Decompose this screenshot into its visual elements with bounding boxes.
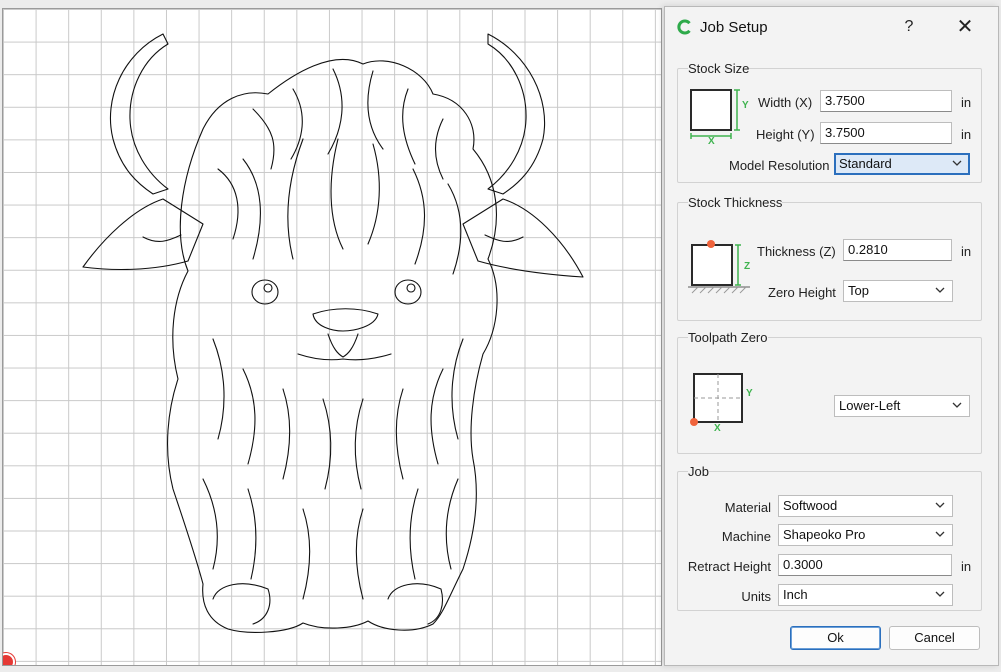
zero-height-select[interactable]: Top — [843, 280, 953, 302]
height-unit: in — [961, 127, 972, 142]
dialog-title: Job Setup — [700, 19, 768, 36]
chevron-down-icon — [952, 160, 962, 166]
stock-size-diagram — [690, 89, 740, 139]
units-select[interactable]: Inch — [778, 584, 953, 606]
close-button[interactable]: ✕ — [951, 15, 979, 39]
toolpath-zero-title: Toolpath Zero — [688, 330, 768, 345]
thickness-unit: in — [961, 244, 972, 259]
model-resolution-value: Standard — [839, 156, 892, 171]
zero-height-label: Zero Height — [768, 285, 836, 300]
chevron-down-icon — [935, 591, 945, 597]
toolpath-zero-diagram — [690, 373, 743, 426]
toolpath-zero-group: Toolpath Zero Y X Lower-Left — [677, 330, 982, 454]
width-unit: in — [961, 95, 972, 110]
toolpath-diagram-y-label: Y — [746, 388, 753, 399]
toolpath-diagram-x-label: X — [714, 423, 721, 434]
chevron-down-icon — [935, 287, 945, 293]
material-label: Material — [724, 500, 771, 515]
dialog-titlebar[interactable]: Job Setup ? ✕ — [665, 7, 998, 47]
machine-value: Shapeoko Pro — [783, 527, 866, 542]
cancel-button[interactable]: Cancel — [889, 626, 980, 650]
chevron-down-icon — [935, 531, 945, 537]
width-input[interactable]: 3.7500 — [820, 90, 952, 112]
stock-size-title: Stock Size — [688, 61, 750, 76]
stock-thickness-diagram — [688, 240, 750, 294]
design-canvas[interactable] — [2, 8, 662, 666]
machine-select[interactable]: Shapeoko Pro — [778, 524, 953, 546]
job-group: Job Material Softwood Machine Shapeoko P… — [677, 464, 982, 611]
toolpath-zero-select[interactable]: Lower-Left — [834, 395, 970, 417]
units-label: Units — [741, 589, 771, 604]
stock-thickness-title: Stock Thickness — [688, 195, 783, 210]
retract-height-label: Retract Height — [687, 559, 771, 574]
model-resolution-label: Model Resolution — [729, 158, 830, 173]
material-value: Softwood — [783, 498, 838, 513]
height-input[interactable]: 3.7500 — [820, 122, 952, 144]
help-button[interactable]: ? — [897, 15, 921, 39]
chevron-down-icon — [935, 502, 945, 508]
material-select[interactable]: Softwood — [778, 495, 953, 517]
toolpath-zero-value: Lower-Left — [839, 398, 901, 413]
diagram-z-label: Z — [744, 261, 751, 272]
retract-height-input[interactable]: 0.3000 — [778, 554, 952, 576]
stock-size-group: Stock Size Y X Width (X) 3.7500 in Heigh… — [677, 61, 982, 183]
diagram-x-label: X — [708, 136, 715, 147]
thickness-label: Thickness (Z) — [757, 244, 836, 259]
job-setup-dialog: Job Setup ? ✕ Stock Size Y X Width (X) 3… — [664, 6, 999, 666]
job-title: Job — [688, 464, 709, 479]
machine-label: Machine — [721, 529, 771, 544]
units-value: Inch — [783, 587, 808, 602]
retract-height-unit: in — [961, 559, 972, 574]
highland-cow-artwork[interactable] — [3, 9, 662, 666]
model-resolution-select[interactable]: Standard — [834, 153, 970, 175]
zero-height-value: Top — [848, 283, 869, 298]
stock-thickness-group: Stock Thickness Z Thickness (Z) 0.2810 i… — [677, 195, 982, 321]
app-logo-icon — [677, 19, 691, 35]
chevron-down-icon — [952, 402, 962, 408]
height-label: Height (Y) — [756, 127, 815, 142]
ok-button[interactable]: Ok — [790, 626, 881, 650]
thickness-input[interactable]: 0.2810 — [843, 239, 952, 261]
width-label: Width (X) — [758, 95, 813, 110]
diagram-y-label: Y — [742, 100, 749, 111]
